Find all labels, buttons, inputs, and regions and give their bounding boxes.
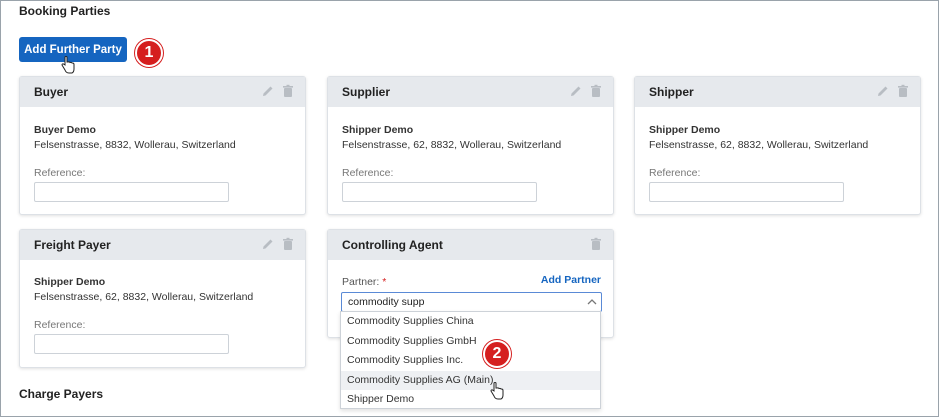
supplier-party-address: Felsenstrasse, 62, 8832, Wollerau, Switz… bbox=[342, 139, 562, 151]
step-badge-2: 2 bbox=[483, 340, 511, 368]
pencil-icon[interactable] bbox=[876, 84, 890, 98]
shipper-card: Shipper Shipper Demo Felsenstrasse, 62, … bbox=[634, 76, 921, 215]
shipper-reference-input[interactable] bbox=[649, 182, 844, 202]
charge-payers-title: Charge Payers bbox=[19, 387, 104, 401]
buyer-party-name: Buyer Demo bbox=[34, 124, 96, 136]
dropdown-option[interactable]: Commodity Supplies GmbH bbox=[341, 332, 600, 352]
pencil-icon[interactable] bbox=[261, 84, 275, 98]
partner-search-input[interactable] bbox=[341, 292, 602, 312]
dropdown-option[interactable]: Commodity Supplies Inc. bbox=[341, 351, 600, 371]
controlling-agent-card-title: Controlling Agent bbox=[342, 238, 443, 252]
add-partner-link[interactable]: Add Partner bbox=[541, 274, 601, 286]
freight-payer-reference-input[interactable] bbox=[34, 334, 229, 354]
step-badge-1: 1 bbox=[135, 39, 163, 67]
dropdown-option-highlighted[interactable]: Commodity Supplies AG (Main) bbox=[341, 370, 600, 390]
shipper-reference-label: Reference: bbox=[649, 167, 701, 179]
freight-payer-party-address: Felsenstrasse, 62, 8832, Wollerau, Switz… bbox=[34, 291, 254, 303]
supplier-reference-input[interactable] bbox=[342, 182, 537, 202]
supplier-reference-label: Reference: bbox=[342, 167, 394, 179]
shipper-party-name: Shipper Demo bbox=[649, 124, 721, 136]
buyer-card-title: Buyer bbox=[34, 85, 69, 99]
supplier-party-name: Shipper Demo bbox=[342, 124, 414, 136]
required-marker: * bbox=[382, 276, 387, 288]
buyer-reference-label: Reference: bbox=[34, 167, 86, 179]
buyer-party-address: Felsenstrasse, 8832, Wollerau, Switzerla… bbox=[34, 139, 236, 151]
freight-payer-reference-label: Reference: bbox=[34, 319, 86, 331]
booking-parties-title: Booking Parties bbox=[19, 4, 111, 18]
partner-label: Partner: * bbox=[342, 276, 386, 288]
hand-pointer-icon bbox=[61, 56, 75, 74]
supplier-card-title: Supplier bbox=[342, 85, 391, 99]
pencil-icon[interactable] bbox=[261, 237, 275, 251]
trash-icon[interactable] bbox=[589, 237, 603, 251]
partner-dropdown-list: Commodity Supplies China Commodity Suppl… bbox=[340, 311, 601, 409]
pencil-icon[interactable] bbox=[569, 84, 583, 98]
controlling-agent-card-header: Controlling Agent bbox=[328, 230, 613, 260]
freight-payer-card-title: Freight Payer bbox=[34, 238, 111, 252]
trash-icon[interactable] bbox=[281, 237, 295, 251]
supplier-card-header: Supplier bbox=[328, 77, 613, 107]
freight-payer-party-name: Shipper Demo bbox=[34, 276, 106, 288]
buyer-card: Buyer Buyer Demo Felsenstrasse, 8832, Wo… bbox=[19, 76, 306, 215]
shipper-card-title: Shipper bbox=[649, 85, 694, 99]
hand-pointer-icon bbox=[490, 382, 504, 400]
dropdown-option[interactable]: Shipper Demo bbox=[341, 390, 600, 410]
trash-icon[interactable] bbox=[896, 84, 910, 98]
shipper-card-header: Shipper bbox=[635, 77, 920, 107]
buyer-card-header: Buyer bbox=[20, 77, 305, 107]
freight-payer-card-header: Freight Payer bbox=[20, 230, 305, 260]
trash-icon[interactable] bbox=[589, 84, 603, 98]
dropdown-option[interactable]: Commodity Supplies China bbox=[341, 312, 600, 332]
trash-icon[interactable] bbox=[281, 84, 295, 98]
freight-payer-card: Freight Payer Shipper Demo Felsenstrasse… bbox=[19, 229, 306, 368]
buyer-reference-input[interactable] bbox=[34, 182, 229, 202]
shipper-party-address: Felsenstrasse, 62, 8832, Wollerau, Switz… bbox=[649, 139, 869, 151]
partner-label-text: Partner: bbox=[342, 276, 380, 288]
chevron-up-icon[interactable] bbox=[587, 298, 597, 306]
supplier-card: Supplier Shipper Demo Felsenstrasse, 62,… bbox=[327, 76, 614, 215]
